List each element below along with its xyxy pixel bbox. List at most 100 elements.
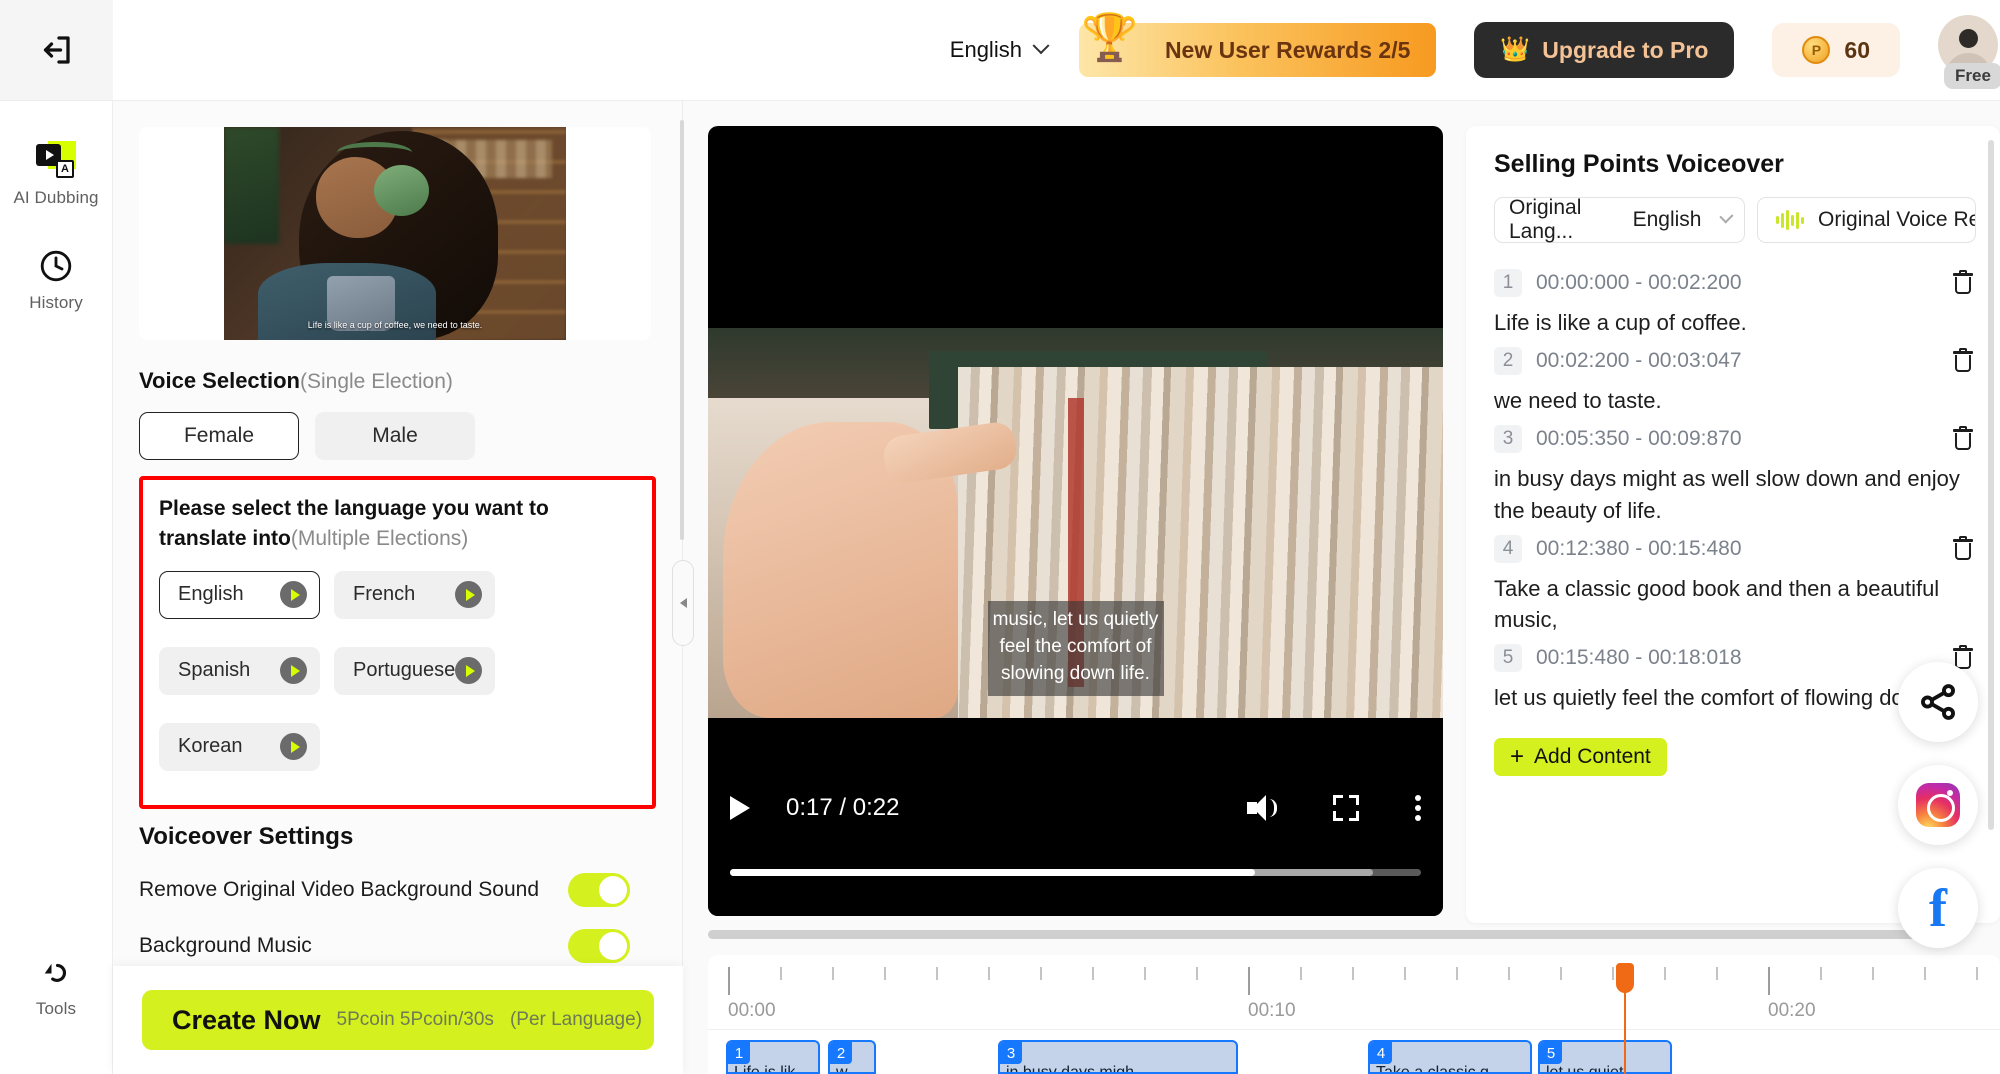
language-chip-french[interactable]: French	[334, 571, 495, 619]
background-music-toggle[interactable]	[568, 929, 630, 963]
segment-timestamp: 00:05:350 - 00:09:870	[1536, 427, 1742, 451]
facebook-button[interactable]: f	[1898, 868, 1978, 948]
voice-option-male[interactable]: Male	[315, 412, 475, 460]
play-preview-icon[interactable]	[280, 581, 307, 608]
timeline-clip[interactable]: 1 Life is lik	[726, 1040, 820, 1074]
video-controls: 0:17 / 0:22	[708, 726, 1443, 916]
delete-icon[interactable]	[1950, 536, 1976, 562]
clock-icon	[38, 248, 74, 284]
fullscreen-icon[interactable]	[1333, 795, 1359, 821]
create-now-note: (Per Language)	[510, 1009, 642, 1031]
share-icon	[1917, 681, 1959, 723]
panel-controls: Original Lang... English Original Voice …	[1494, 197, 1976, 243]
thumbnail-caption: Life is like a cup of coffee, we need to…	[224, 319, 566, 332]
settings-panel-scrollbar[interactable]	[680, 120, 684, 540]
segment-index: 2	[1494, 347, 1522, 375]
play-preview-icon[interactable]	[455, 581, 482, 608]
ai-dubbing-icon: A	[36, 141, 76, 179]
timeline-clip[interactable]: 2 w	[828, 1040, 876, 1074]
clip-index: 2	[830, 1042, 852, 1064]
segment-text[interactable]: Life is like a cup of coffee.	[1494, 307, 1976, 339]
language-chip-spanish[interactable]: Spanish	[159, 647, 320, 695]
add-content-button[interactable]: + Add Content	[1494, 738, 1667, 776]
list-item[interactable]: 4 00:12:380 - 00:15:480 Take a classic g…	[1494, 535, 1976, 637]
play-preview-icon[interactable]	[280, 657, 307, 684]
language-selector[interactable]: English	[950, 37, 1047, 63]
segment-text[interactable]: we need to taste.	[1494, 385, 1976, 417]
language-chip-label: Portuguese	[353, 659, 455, 682]
segment-text[interactable]: in busy days might as well slow down and…	[1494, 463, 1976, 527]
sidebar-item-tools[interactable]: Tools	[0, 954, 113, 1019]
list-item[interactable]: 3 00:05:350 - 00:09:870 in busy days mig…	[1494, 425, 1976, 527]
coin-count: 60	[1844, 37, 1870, 64]
timeline-label: 00:00	[728, 1000, 776, 1022]
language-chip-label: English	[178, 583, 244, 606]
timeline-playhead[interactable]	[1624, 963, 1626, 1074]
language-chip-portuguese[interactable]: Portuguese	[334, 647, 495, 695]
translate-language-section: Please select the language you want to t…	[139, 476, 656, 809]
logout-button[interactable]	[0, 0, 113, 101]
volume-icon[interactable]	[1247, 795, 1277, 821]
clip-index: 3	[1000, 1042, 1022, 1064]
coin-balance[interactable]: P 60	[1772, 23, 1900, 77]
segment-index: 5	[1494, 644, 1522, 672]
delete-icon[interactable]	[1950, 270, 1976, 296]
voice-gender-options: Female Male	[139, 412, 656, 460]
collapse-panel-handle[interactable]	[672, 560, 694, 646]
original-voice-record-button[interactable]: Original Voice Rec	[1757, 197, 1976, 243]
timeline-clip[interactable]: 3 in busy days migh	[998, 1040, 1238, 1074]
original-language-selector[interactable]: Original Lang... English	[1494, 197, 1745, 243]
timeline[interactable]: 00:00 00:10 00:20 1 Life is lik 2 w 3 in…	[708, 955, 2000, 1074]
list-item[interactable]: 1 00:00:000 - 00:02:200 Life is like a c…	[1494, 269, 1976, 339]
language-chip-korean[interactable]: Korean	[159, 723, 320, 771]
sidebar-item-history[interactable]: History	[0, 248, 113, 313]
segment-timestamp: 00:15:480 - 00:18:018	[1536, 646, 1742, 670]
voice-selection-label: Voice Selection	[139, 368, 300, 393]
remove-background-sound-toggle[interactable]	[568, 873, 630, 907]
language-chip-english[interactable]: English	[159, 571, 320, 619]
clip-index: 4	[1370, 1042, 1392, 1064]
play-preview-icon[interactable]	[455, 657, 482, 684]
play-button[interactable]	[730, 796, 750, 820]
app-root: A AI Dubbing History Tools English	[0, 0, 2000, 1074]
share-button[interactable]	[1898, 662, 1978, 742]
upgrade-to-pro-button[interactable]: 👑 Upgrade to Pro	[1474, 22, 1734, 78]
timeline-clip[interactable]: 4 Take a classic g	[1368, 1040, 1532, 1074]
tools-icon	[38, 954, 74, 990]
user-menu[interactable]: Free	[1938, 15, 2000, 85]
delete-icon[interactable]	[1950, 348, 1976, 374]
video-player[interactable]: Moliere music, let us quietly feel the c…	[708, 126, 1443, 916]
timeline-ruler[interactable]: 00:00 00:10 00:20	[708, 955, 2000, 1030]
video-thumbnail-card[interactable]: Life is like a cup of coffee, we need to…	[139, 127, 651, 340]
delete-icon[interactable]	[1950, 426, 1976, 452]
segment-timestamp: 00:12:380 - 00:15:480	[1536, 537, 1742, 561]
plus-icon: +	[1510, 745, 1524, 769]
play-preview-icon[interactable]	[280, 733, 307, 760]
waveform-icon	[1776, 210, 1804, 230]
timeline-scrollbar[interactable]	[708, 930, 1938, 939]
segment-list-scrollbar[interactable]	[1988, 140, 1994, 830]
more-options-icon[interactable]	[1415, 795, 1421, 821]
sidebar-item-label: History	[29, 293, 83, 313]
create-now-label: Create Now	[172, 1005, 321, 1036]
instagram-button[interactable]	[1898, 765, 1978, 845]
voice-option-female[interactable]: Female	[139, 412, 299, 460]
voiceover-settings-title: Voiceover Settings	[139, 823, 656, 851]
crown-icon: 👑	[1500, 38, 1530, 62]
clip-text: w	[836, 1064, 848, 1074]
create-now-button[interactable]: Create Now 5Pcoin 5Pcoin/30s (Per Langua…	[142, 990, 654, 1050]
timeline-clip[interactable]: 5 let us quietl	[1538, 1040, 1672, 1074]
video-progress-bar[interactable]	[730, 869, 1421, 876]
voice-selection-subtitle: (Single Election)	[300, 370, 453, 393]
segment-index: 3	[1494, 425, 1522, 453]
new-user-rewards-button[interactable]: 🏆 New User Rewards 2/5	[1079, 23, 1436, 77]
clip-text: in busy days migh	[1006, 1064, 1134, 1074]
clip-index: 5	[1540, 1042, 1562, 1064]
sidebar-item-ai-dubbing[interactable]: A AI Dubbing	[0, 141, 113, 208]
original-language-value: English	[1633, 208, 1702, 232]
segment-text[interactable]: Take a classic good book and then a beau…	[1494, 573, 1976, 637]
language-chip-label: French	[353, 583, 415, 606]
upgrade-label: Upgrade to Pro	[1542, 37, 1708, 64]
list-item[interactable]: 2 00:02:200 - 00:03:047 we need to taste…	[1494, 347, 1976, 417]
create-now-cost: 5Pcoin 5Pcoin/30s	[337, 1009, 494, 1031]
